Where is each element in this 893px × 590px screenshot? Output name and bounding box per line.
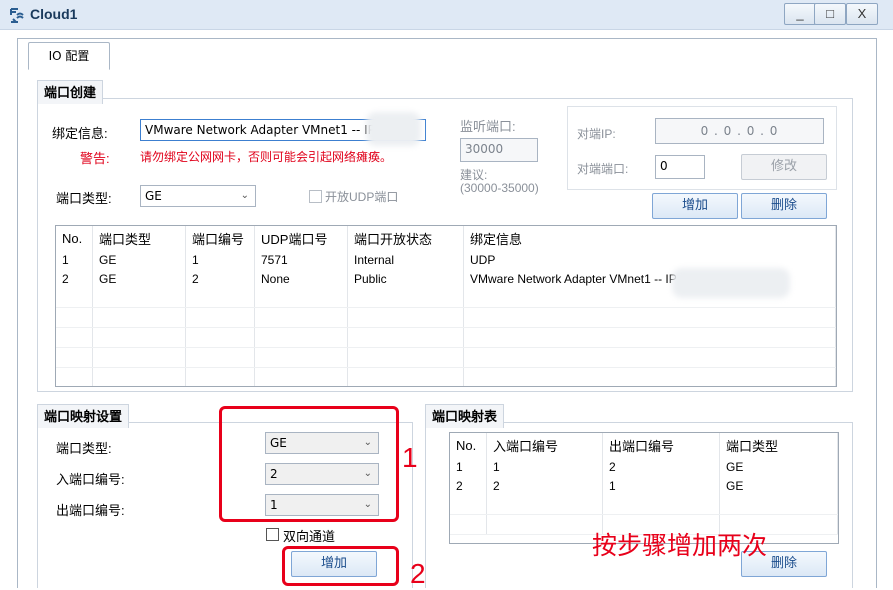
annotation-note: 按步骤增加两次 [592,532,768,560]
listen-port-label: 监听端口: [460,119,516,134]
table-row[interactable]: 1 GE 1 7571 Internal UDP [56,250,836,269]
col-in-port: 入端口编号 [486,433,603,457]
out-port-label: 出端口编号: [56,503,125,518]
cell: Public [347,269,464,288]
udp-open-label: 开放UDP端口 [325,190,399,204]
minimize-button[interactable]: _ [784,3,816,25]
table-header-row: No. 端口类型 端口编号 UDP端口号 端口开放状态 绑定信息 [56,226,836,250]
col-bind-info: 绑定信息 [463,226,836,250]
empty-row [450,495,838,515]
listen-port-field[interactable]: 30000 [460,138,538,162]
mapping-setup-title: 端口映射设置 [37,404,130,428]
table-row[interactable]: 1 1 2 GE [450,457,838,476]
cell: GE [92,269,186,288]
col-port-no: 端口编号 [185,226,255,250]
in-port-label: 入端口编号: [56,472,125,487]
cell: GE [719,476,838,495]
map-port-type-label: 端口类型: [56,441,112,456]
cell: 1 [602,476,720,495]
warning-label: 警告: [80,151,110,166]
cell: UDP [463,250,836,269]
cell: 1 [56,250,93,269]
suggest-range: (30000-35000) [460,181,539,195]
cell: GE [719,457,838,476]
peer-ip-label: 对端IP: [577,127,616,141]
col-port-type: 端口类型 [92,226,186,250]
port-create-title: 端口创建 [37,80,104,104]
port-list-table[interactable]: No. 端口类型 端口编号 UDP端口号 端口开放状态 绑定信息 1 GE 1 … [55,225,837,387]
col-udp-port: UDP端口号 [254,226,348,250]
col-no: No. [450,433,487,457]
highlight-box-step1 [219,406,399,522]
table-row[interactable]: 2 2 1 GE [450,476,838,495]
annotation-step2: 2 [410,558,426,589]
col-out-port: 出端口编号 [602,433,720,457]
cell: Internal [347,250,464,269]
mapping-table-title: 端口映射表 [425,404,505,428]
cell: 2 [486,476,603,495]
peer-port-field[interactable]: 0 [655,155,705,179]
cell: 7571 [254,250,348,269]
port-type-label: 端口类型: [56,191,112,206]
tab-io-config[interactable]: IO 配置 [28,42,110,70]
cell: 2 [602,457,720,476]
bidirectional-label: 双向通道 [283,529,336,544]
redacted-ip-blur [672,268,790,298]
port-type-value: GE [145,189,162,203]
cell: 2 [56,269,93,288]
col-open-status: 端口开放状态 [347,226,464,250]
col-port-type: 端口类型 [719,433,838,457]
maximize-button[interactable]: □ [814,3,846,25]
cell: None [254,269,348,288]
cell: GE [92,250,186,269]
cell: 2 [450,476,487,495]
bidirectional-checkbox[interactable] [266,528,279,541]
cloud-app-icon [8,6,26,24]
redacted-ip-blur [366,112,421,146]
peer-port-label: 对端端口: [577,162,629,176]
highlight-box-step2 [282,546,399,586]
empty-row [56,327,836,348]
cell: 2 [185,269,255,288]
close-button[interactable]: X [846,3,878,25]
cell: 1 [185,250,255,269]
empty-row [56,367,836,386]
window-title: Cloud1 [30,6,78,22]
table-header-row: No. 入端口编号 出端口编号 端口类型 [450,433,838,457]
annotation-step1: 1 [402,442,418,473]
add-port-button[interactable]: 增加 [652,193,738,219]
modify-button[interactable]: 修改 [741,154,827,180]
empty-row [56,307,836,328]
cell: 1 [486,457,603,476]
col-no: No. [56,226,93,250]
bind-info-label: 绑定信息: [52,126,108,141]
peer-ip-field[interactable]: 0 . 0 . 0 . 0 [655,118,824,144]
chevron-down-icon: ⌄ [240,190,249,201]
port-type-select[interactable]: GE ⌄ [140,185,256,207]
empty-row [56,347,836,368]
warning-text: 请勿绑定公网网卡，否则可能会引起网络瘫痪。 [140,150,393,164]
delete-port-button[interactable]: 删除 [741,193,827,219]
udp-open-checkbox[interactable] [309,190,322,203]
cell: 1 [450,457,487,476]
title-bar [0,0,893,30]
